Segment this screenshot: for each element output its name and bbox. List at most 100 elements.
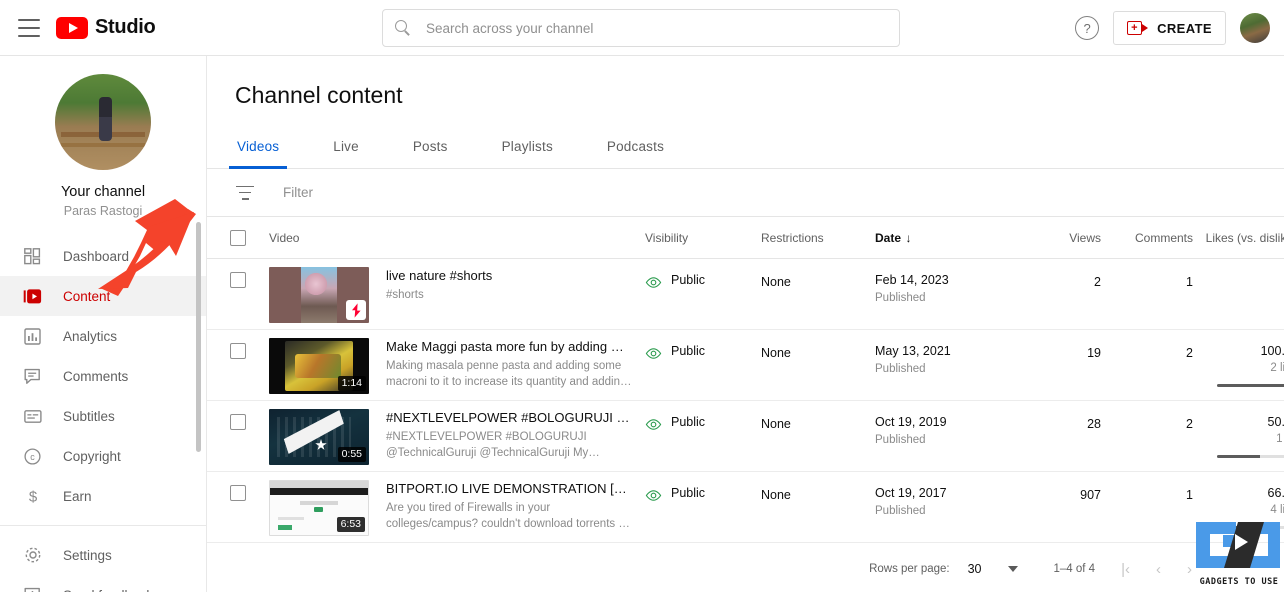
table-row[interactable]: 6:53 BITPORT.IO LIVE DEMONSTRATION [how … (207, 472, 1284, 543)
tab-posts[interactable]: Posts (411, 125, 450, 168)
tab-label: Podcasts (606, 139, 665, 154)
dashboard-icon (22, 246, 43, 267)
video-duration: 0:55 (337, 447, 366, 462)
comments-value: 2 (1186, 417, 1193, 431)
help-icon[interactable]: ? (1075, 16, 1100, 40)
sidebar-item-analytics[interactable]: Analytics (0, 316, 206, 356)
visibility-eye-icon (645, 488, 662, 501)
tab-videos[interactable]: Videos (228, 125, 288, 169)
column-header-visibility[interactable]: Visibility (645, 231, 688, 245)
studio-brand[interactable]: Studio (56, 16, 156, 39)
video-thumbnail[interactable]: 6:53 (269, 480, 369, 536)
sidebar: Your channel Paras Rastogi Dashboard Con… (0, 56, 207, 592)
table-row[interactable]: 0:55 #NEXTLEVELPOWER #BOLOGURUJI GALAXY … (207, 401, 1284, 472)
feedback-icon (22, 585, 43, 592)
search-box[interactable] (382, 9, 900, 47)
video-thumbnail[interactable]: 0:55 (269, 409, 369, 465)
column-header-views[interactable]: Views (1069, 231, 1101, 245)
date-value: Oct 19, 2017 (875, 486, 947, 500)
tab-podcasts[interactable]: Podcasts (605, 125, 666, 168)
shorts-badge (346, 300, 366, 320)
sidebar-scrollbar[interactable] (196, 222, 201, 452)
main-content: Channel content Videos Live Posts Playli… (207, 56, 1284, 592)
filter-input[interactable] (283, 185, 583, 200)
visibility-value: Public (671, 273, 706, 287)
likes-count: 2 likes (1270, 362, 1284, 374)
sidebar-item-label: Analytics (63, 328, 118, 344)
visibility-eye-icon (645, 275, 662, 288)
sidebar-item-dashboard[interactable]: Dashboard (0, 236, 206, 276)
visibility-value: Public (671, 344, 706, 358)
top-right-actions: ? + CREATE (1075, 0, 1270, 56)
video-thumbnail[interactable] (269, 267, 369, 323)
chevron-down-icon[interactable] (1007, 566, 1018, 572)
tab-label: Playlists (501, 139, 553, 154)
views-value: 2 (1094, 275, 1101, 289)
views-value: 28 (1087, 417, 1101, 431)
rows-per-page-value[interactable]: 30 (968, 562, 982, 576)
filter-icon[interactable] (235, 185, 255, 200)
video-description-line: colleges/campus? couldn't download torre… (386, 518, 634, 530)
hamburger-icon[interactable] (18, 18, 42, 37)
camera-plus-icon: + (1127, 20, 1149, 36)
column-header-date[interactable]: Date (875, 231, 901, 245)
column-header-restrictions[interactable]: Restrictions (761, 231, 824, 245)
video-title[interactable]: BITPORT.IO LIVE DEMONSTRATION [how to ge… (386, 481, 634, 496)
sort-descending-icon[interactable]: ↓ (905, 231, 911, 245)
video-title[interactable]: Make Maggi pasta more fun by adding Macr… (386, 339, 634, 354)
date-status: Published (875, 434, 926, 446)
video-duration: 6:53 (336, 517, 365, 532)
sidebar-item-label: Subtitles (63, 408, 115, 424)
select-all-cell (207, 229, 269, 246)
row-checkbox[interactable] (230, 272, 246, 288)
your-channel-label: Your channel (60, 184, 146, 200)
sidebar-item-send-feedback[interactable]: Send feedback (0, 575, 206, 592)
date-value: May 13, 2021 (875, 344, 951, 358)
sidebar-item-content[interactable]: Content (0, 276, 206, 316)
sidebar-item-label: Comments (63, 368, 129, 384)
sidebar-item-label: Settings (63, 547, 112, 563)
sidebar-item-settings[interactable]: Settings (0, 535, 206, 575)
channel-avatar[interactable] (55, 74, 151, 170)
select-all-checkbox[interactable] (230, 229, 246, 246)
row-checkbox[interactable] (230, 343, 246, 359)
likes-count: 1 like (1276, 433, 1284, 445)
table-footer: Rows per page: 30 1–4 of 4 |‹ ‹ › (207, 543, 1284, 592)
video-description-line: #shorts (386, 289, 424, 301)
video-description: Are you tired of Firewalls in your colle… (386, 500, 634, 532)
sidebar-item-subtitles[interactable]: Subtitles (0, 396, 206, 436)
account-avatar[interactable] (1240, 13, 1270, 43)
video-description-line: Making masala penne pasta and adding som… (386, 360, 622, 372)
row-checkbox[interactable] (230, 414, 246, 430)
row-checkbox[interactable] (230, 485, 246, 501)
video-description-line: @TechnicalGuruji @TechnicalGuruji My… (386, 447, 600, 459)
svg-text:$: $ (28, 489, 37, 505)
first-page-button[interactable]: |‹ (1121, 561, 1130, 578)
video-title[interactable]: live nature #shorts (386, 268, 492, 283)
content-icon (22, 286, 43, 307)
sidebar-item-label: Dashboard (63, 248, 130, 264)
next-page-button[interactable]: › (1187, 561, 1192, 578)
sidebar-item-label: Send feedback (63, 588, 153, 592)
video-title[interactable]: #NEXTLEVELPOWER #BOLOGURUJI GALAXY … (386, 410, 634, 425)
table-row[interactable]: 1:14 Make Maggi pasta more fun by adding… (207, 330, 1284, 401)
video-description: #NEXTLEVELPOWER #BOLOGURUJI @TechnicalGu… (386, 429, 634, 461)
sidebar-item-copyright[interactable]: c Copyright (0, 436, 206, 476)
restrictions-value: None (761, 275, 791, 289)
column-header-comments[interactable]: Comments (1135, 231, 1193, 245)
table-row[interactable]: live nature #shorts #shorts Public None … (207, 259, 1284, 330)
sidebar-item-label: Content (63, 288, 111, 304)
sidebar-item-earn[interactable]: $ Earn (0, 476, 206, 516)
sidebar-item-comments[interactable]: Comments (0, 356, 206, 396)
tab-live[interactable]: Live (331, 125, 361, 168)
page-title: Channel content (235, 82, 403, 108)
video-thumbnail[interactable]: 1:14 (269, 338, 369, 394)
column-header-likes[interactable]: Likes (vs. dislikes) (1206, 231, 1284, 245)
sidebar-nav: Dashboard Content Analytics Comments Sub… (0, 236, 206, 592)
search-input[interactable] (426, 20, 887, 36)
previous-page-button[interactable]: ‹ (1156, 561, 1161, 578)
video-description: #shorts (386, 287, 492, 303)
video-duration: 1:14 (337, 376, 366, 391)
create-button[interactable]: + CREATE (1113, 11, 1226, 45)
tab-playlists[interactable]: Playlists (500, 125, 555, 168)
